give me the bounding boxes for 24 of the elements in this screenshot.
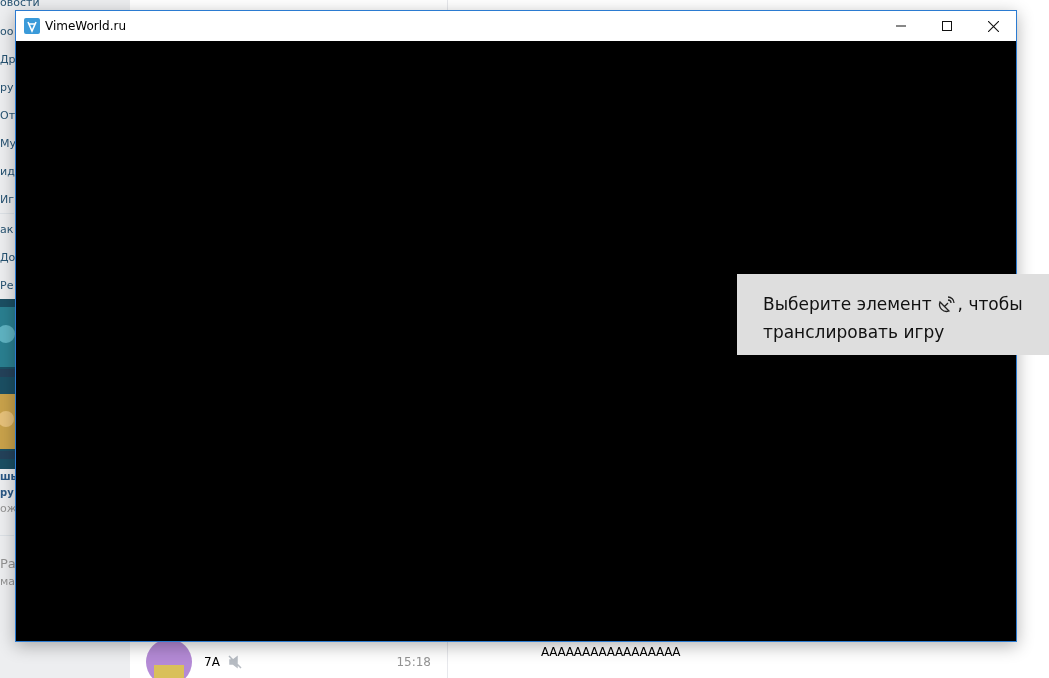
window-title: VimeWorld.ru	[45, 19, 127, 33]
toast-text: транслировать игру	[763, 321, 946, 344]
satellite-dish-icon	[936, 294, 957, 314]
close-icon	[987, 20, 999, 32]
menu-item[interactable]: овости	[0, 0, 40, 9]
chat-time: 15:18	[396, 655, 431, 669]
menu-item[interactable]: Ре	[0, 279, 14, 293]
ad-text: ож	[0, 501, 17, 517]
menu-item[interactable]: ак	[0, 223, 14, 237]
toast-text: Выберите элемент	[763, 293, 932, 316]
app-logo-icon	[24, 18, 40, 34]
message-text: ААААААААААААААААА	[541, 645, 681, 659]
menu-item[interactable]: До	[0, 251, 16, 265]
menu-item[interactable]: ид	[0, 165, 15, 179]
menu-item[interactable]: От	[0, 109, 16, 123]
maximize-icon	[942, 21, 952, 31]
menu-item[interactable]: Му	[0, 137, 16, 151]
menu-item[interactable]: оо	[0, 25, 14, 39]
menu-item[interactable]: Иг	[0, 193, 14, 207]
chat-name[interactable]: 7А	[204, 655, 220, 669]
toast-text: , чтобы	[957, 293, 1023, 316]
menu-item[interactable]: ру	[0, 81, 14, 95]
menu-item[interactable]: Др	[0, 53, 16, 67]
ad-title[interactable]: ру	[0, 485, 14, 501]
